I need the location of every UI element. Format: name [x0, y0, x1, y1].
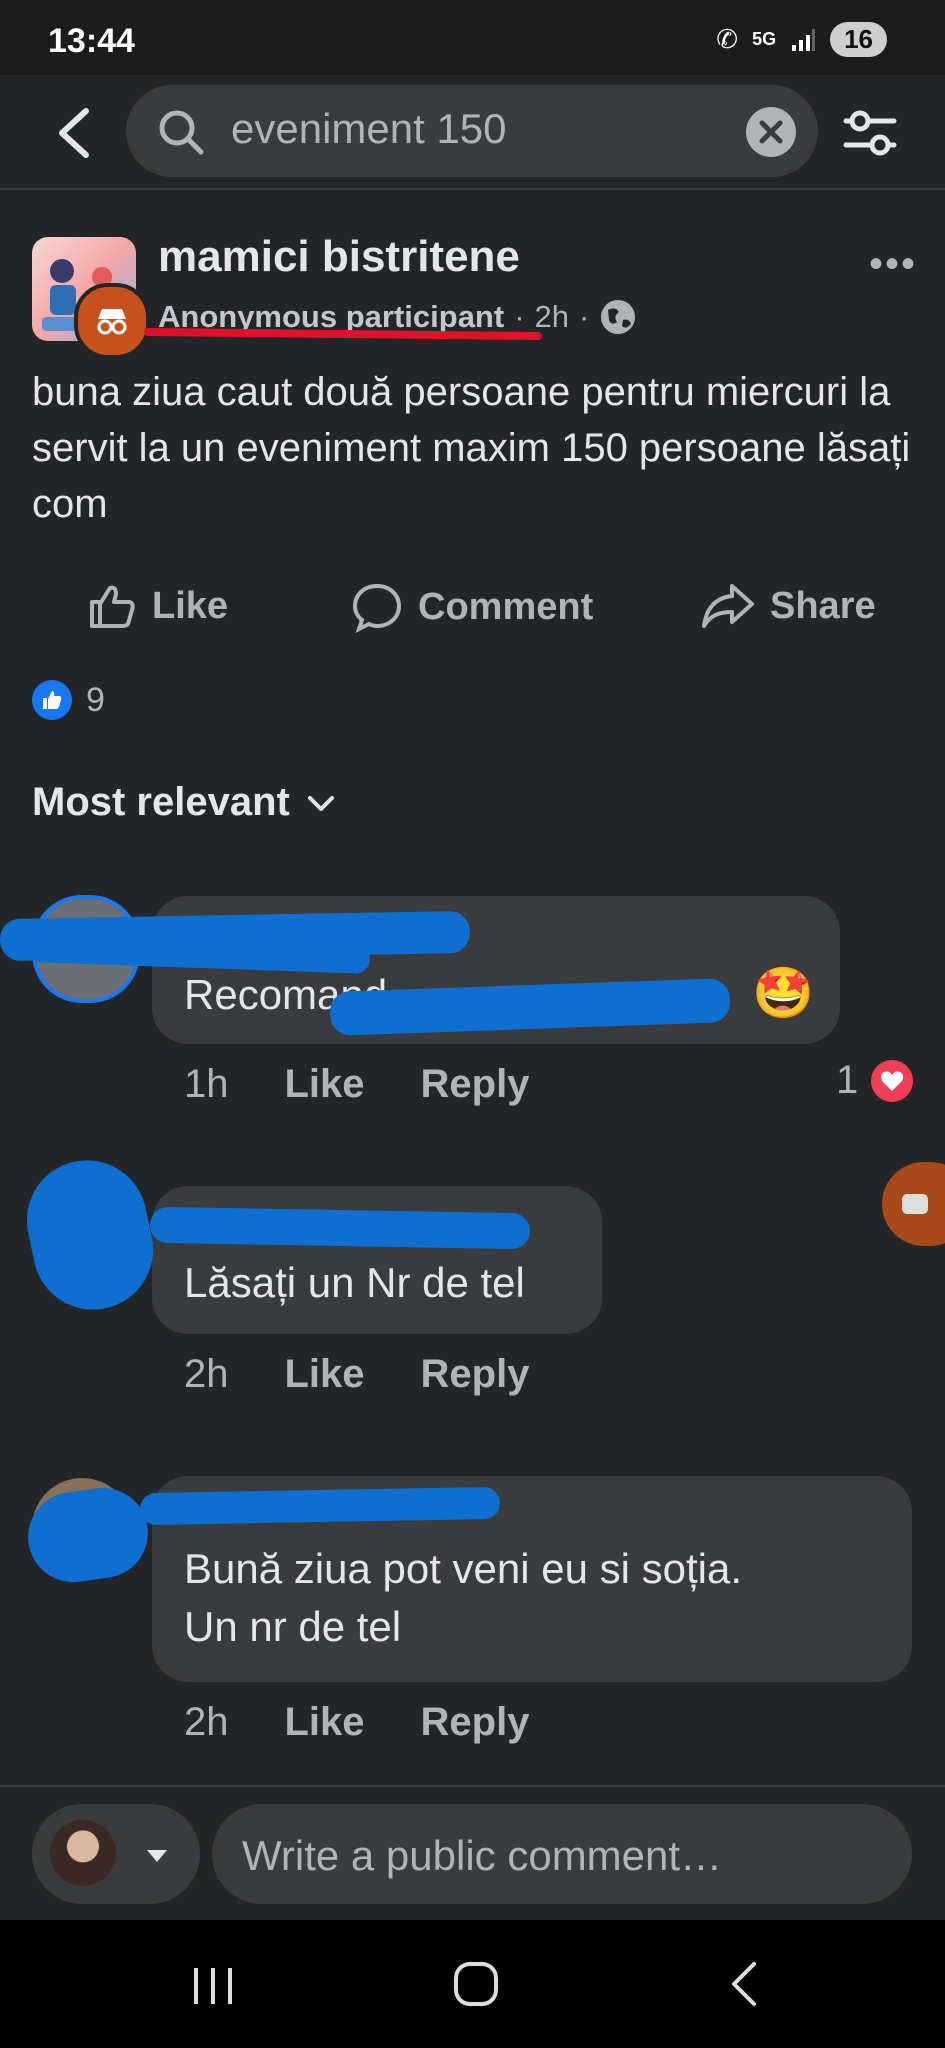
- comment-meta: 2h Like Reply: [184, 1352, 529, 1397]
- back-icon[interactable]: [724, 1960, 764, 2008]
- clear-icon[interactable]: [746, 107, 796, 157]
- comment-reactions[interactable]: 1: [836, 1058, 914, 1103]
- comment-time[interactable]: 1h: [184, 1062, 229, 1107]
- battery-indicator: 16: [830, 22, 887, 57]
- back-arrow-icon[interactable]: [50, 103, 100, 163]
- search-icon: [159, 110, 204, 155]
- network-label: 5G: [752, 29, 777, 49]
- share-button[interactable]: Share: [700, 580, 876, 632]
- signal-icon: [792, 28, 816, 51]
- comment-bubble-icon: [352, 583, 402, 633]
- comment-like-button[interactable]: Like: [285, 1352, 365, 1397]
- star-struck-emoji: 🤩: [752, 965, 815, 1021]
- post-text: buna ziua caut două persoane pentru mier…: [32, 370, 911, 526]
- caret-down-icon: [147, 1850, 167, 1862]
- comment-text: Bună ziua pot veni eu si soția. Un nr de…: [184, 1540, 742, 1656]
- group-name[interactable]: mamici bistritene: [158, 232, 520, 282]
- comment-like-button[interactable]: Like: [285, 1700, 365, 1745]
- comment-sort-dropdown[interactable]: Most relevant: [32, 780, 338, 825]
- comment-text-line: Bună ziua pot veni eu si soția.: [184, 1545, 743, 1592]
- chevron-down-icon: [307, 795, 334, 811]
- like-label: Like: [152, 584, 229, 627]
- like-button[interactable]: Like: [86, 580, 228, 632]
- comment-reaction-count: 1: [836, 1058, 859, 1102]
- comment-label: Comment: [418, 585, 594, 628]
- comment-time[interactable]: 2h: [184, 1352, 229, 1397]
- comment-reply-button[interactable]: Reply: [421, 1352, 530, 1397]
- comment-meta: 1h Like Reply: [184, 1062, 529, 1107]
- comment-input[interactable]: Write a public comment…: [212, 1804, 912, 1904]
- status-clock: 13:44: [48, 22, 135, 60]
- system-nav-bar: [0, 1920, 945, 2048]
- like-reaction-icon: [32, 680, 72, 720]
- heart-icon: [871, 1059, 914, 1102]
- share-label: Share: [770, 584, 876, 627]
- floating-chat-head[interactable]: [882, 1162, 945, 1246]
- reaction-summary[interactable]: 9: [32, 680, 105, 720]
- more-options-icon[interactable]: •••: [869, 242, 917, 287]
- comment-button[interactable]: Comment: [350, 580, 593, 634]
- search-input[interactable]: eveniment 150: [126, 85, 818, 177]
- home-icon[interactable]: [452, 1960, 500, 2008]
- sort-label: Most relevant: [32, 780, 290, 824]
- meta-separator: ·: [579, 299, 590, 334]
- recent-apps-icon[interactable]: [190, 1964, 236, 2008]
- reaction-count: 9: [86, 680, 105, 719]
- anonymous-avatar-icon: [74, 283, 150, 359]
- filter-icon[interactable]: [840, 103, 900, 163]
- comment-text-line: Un nr de tel: [184, 1603, 402, 1650]
- comment-reply-button[interactable]: Reply: [421, 1062, 530, 1107]
- post-time[interactable]: 2h: [535, 299, 569, 335]
- user-avatar: [50, 1820, 116, 1886]
- search-query: eveniment 150: [231, 105, 507, 152]
- status-icons: ✆ 5G 16: [716, 22, 887, 57]
- redaction-scribble: [149, 1206, 531, 1250]
- wifi-call-icon: ✆: [716, 24, 739, 54]
- comment-time[interactable]: 2h: [184, 1700, 229, 1745]
- status-bar: 13:44 ✆ 5G 16: [0, 0, 945, 75]
- video-chat-icon: [902, 1194, 928, 1214]
- comment-compose-bar: Write a public comment…: [0, 1785, 945, 1922]
- redaction-scribble: [139, 1486, 501, 1526]
- globe-icon: [601, 300, 636, 334]
- comment-meta: 2h Like Reply: [184, 1700, 529, 1745]
- share-arrow-icon: [702, 584, 754, 628]
- thumbs-up-icon: [90, 585, 135, 628]
- search-header: eveniment 150: [0, 75, 945, 190]
- profile-switcher[interactable]: [32, 1804, 200, 1904]
- comment-like-button[interactable]: Like: [285, 1062, 365, 1107]
- meta-separator: ·: [514, 299, 525, 334]
- comment-reply-button[interactable]: Reply: [421, 1700, 530, 1745]
- redaction-scribble: [15, 1149, 165, 1321]
- comment-text: Lăsați un Nr de tel: [184, 1259, 525, 1306]
